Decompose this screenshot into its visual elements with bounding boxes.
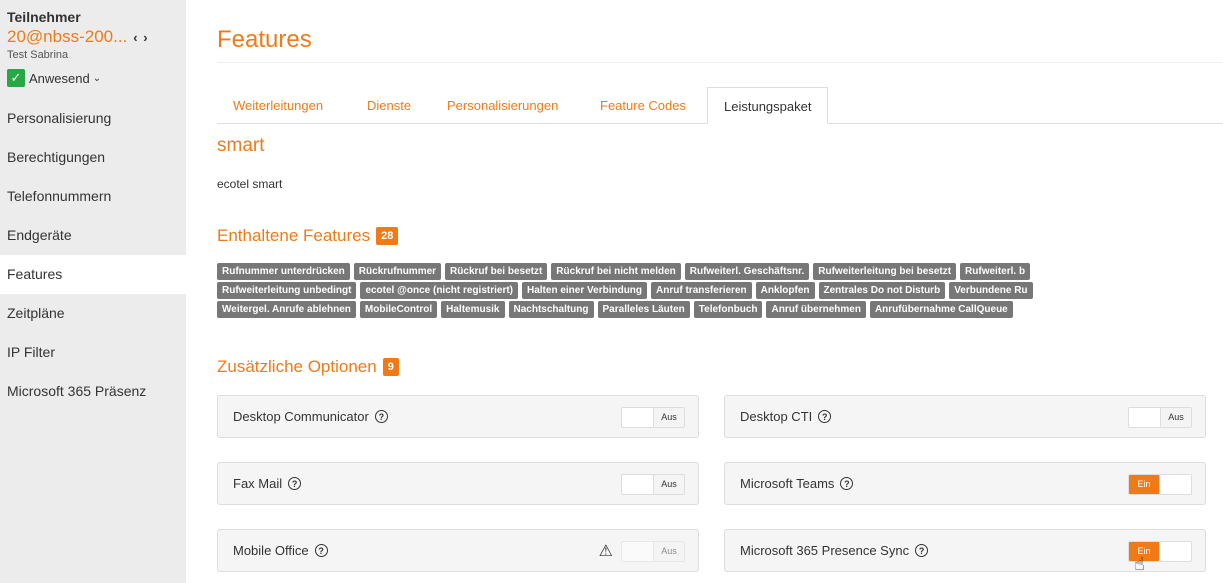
chevron-down-icon: ⌄ xyxy=(92,72,102,84)
feature-badge: Rückrufnummer xyxy=(353,263,442,280)
package-description: ecotel smart xyxy=(217,177,283,191)
feature-badge: Telefonbuch xyxy=(693,301,763,318)
included-features-title: Enthaltene Features 28 xyxy=(217,226,399,246)
toggle-switch[interactable]: Aus xyxy=(621,541,685,562)
option-label: Microsoft Teams xyxy=(740,476,835,491)
sidebar-item-telefonnummern[interactable]: Telefonnummern xyxy=(0,177,186,216)
toggle-switch[interactable]: Aus xyxy=(1128,407,1192,428)
help-icon[interactable]: ? xyxy=(818,410,832,423)
user-row: 20@nbss-200... ‹ › xyxy=(7,27,179,47)
option-label: Fax Mail xyxy=(233,476,283,491)
toggle-switch[interactable]: Aus xyxy=(621,474,685,495)
feature-badge: Weitergel. Anrufe ablehnen xyxy=(217,301,356,318)
feature-badge: Rufweiterleitung bei besetzt xyxy=(813,263,957,280)
options-count-badge: 9 xyxy=(382,358,399,376)
toggle-state: Aus xyxy=(652,408,684,427)
feature-badge: Rufweiterl. b xyxy=(960,263,1031,280)
additional-options-title: Zusätzliche Optionen 9 xyxy=(217,357,399,377)
help-icon[interactable]: ? xyxy=(840,477,854,490)
feature-badge: Rufweiterl. Geschäftsnr. xyxy=(684,263,810,280)
warning-icon: ⚠ xyxy=(598,543,613,560)
feature-badge: Rückruf bei besetzt xyxy=(445,263,548,280)
sidebar-nav: Personalisierung Berechtigungen Telefonn… xyxy=(0,99,186,411)
sidebar-item-endgeraete[interactable]: Endgeräte xyxy=(0,216,186,255)
toggle-state: Aus xyxy=(652,542,684,561)
page-title: Features xyxy=(217,26,312,53)
included-features-label: Enthaltene Features xyxy=(217,226,371,245)
option-label: Desktop CTI xyxy=(740,409,813,424)
user-name[interactable]: 20@nbss-200... xyxy=(7,27,127,47)
sidebar-item-berechtigungen[interactable]: Berechtigungen xyxy=(0,138,186,177)
help-icon[interactable]: ? xyxy=(374,410,388,423)
additional-options-label: Zusätzliche Optionen xyxy=(217,357,377,376)
tab-dienste[interactable]: Dienste xyxy=(367,87,411,124)
feature-badge: Anruf transferieren xyxy=(651,282,752,299)
feature-badge: Nachtschaltung xyxy=(508,301,594,318)
tab-personalisierungen[interactable]: Personalisierungen xyxy=(447,87,558,124)
sidebar-title: Teilnehmer xyxy=(7,9,81,25)
toggle-switch[interactable]: Aus xyxy=(621,407,685,428)
user-subtitle: Test Sabrina xyxy=(7,49,69,61)
option-fax-mail: Fax Mail? Aus xyxy=(217,462,699,505)
feature-badge: MobileControl xyxy=(359,301,438,318)
feature-badge: Rufnummer unterdrücken xyxy=(217,263,350,280)
feature-badge: Rufweiterleitung unbedingt xyxy=(217,282,357,299)
option-desktop-cti: Desktop CTI? Aus xyxy=(724,395,1206,438)
toggle-state: Ein xyxy=(1129,475,1161,494)
toggle-state: Aus xyxy=(1159,408,1191,427)
included-count-badge: 28 xyxy=(376,227,399,245)
feature-row: Rufnummer unterdrücken Rückrufnummer Rückr… xyxy=(217,263,1223,280)
option-microsoft-teams: Microsoft Teams? Ein xyxy=(724,462,1206,505)
feature-badge: Zentrales Do not Disturb xyxy=(818,282,946,299)
sidebar-item-personalisierung[interactable]: Personalisierung xyxy=(0,99,186,138)
main-content: Features Weiterleitungen Dienste Persona… xyxy=(217,0,1223,583)
option-label: Microsoft 365 Presence Sync xyxy=(740,543,910,558)
package-name: smart xyxy=(217,135,265,156)
sidebar-item-features[interactable]: Features xyxy=(0,255,186,294)
sidebar-item-microsoft-365[interactable]: Microsoft 365 Präsenz xyxy=(0,372,186,411)
option-mobile-office: Mobile Office? ⚠ Aus xyxy=(217,529,699,572)
toggle-switch[interactable]: Ein xyxy=(1128,474,1192,495)
feature-badge: Halten einer Verbindung xyxy=(522,282,648,299)
tab-bar: Weiterleitungen Dienste Personalisierung… xyxy=(217,87,1223,124)
included-features-list: Rufnummer unterdrücken Rückrufnummer Rückr… xyxy=(217,263,1223,320)
check-icon: ✓ xyxy=(7,69,25,87)
feature-badge: Paralleles Läuten xyxy=(597,301,690,318)
toggle-state: Aus xyxy=(652,475,684,494)
feature-badge: Haltemusik xyxy=(441,301,505,318)
sidebar-item-ip-filter[interactable]: IP Filter xyxy=(0,333,186,372)
feature-badge: ecotel @once (nicht registriert) xyxy=(360,282,518,299)
status-label: Anwesend xyxy=(29,70,90,86)
help-icon[interactable]: ? xyxy=(915,544,929,557)
feature-badge: Anruf übernehmen xyxy=(766,301,866,318)
sidebar-header: Teilnehmer 20@nbss-200... ‹ › Test Sabri… xyxy=(0,0,186,87)
sidebar: Teilnehmer 20@nbss-200... ‹ › Test Sabri… xyxy=(0,0,186,583)
option-desktop-communicator: Desktop Communicator? Aus xyxy=(217,395,699,438)
help-icon[interactable]: ? xyxy=(314,544,328,557)
feature-row: Rufweiterleitung unbedingt ecotel @once (… xyxy=(217,282,1223,299)
tab-feature-codes[interactable]: Feature Codes xyxy=(600,87,686,124)
hand-cursor-icon: ☝ xyxy=(1134,554,1145,574)
sidebar-item-zeitplaene[interactable]: Zeitpläne xyxy=(0,294,186,333)
title-divider xyxy=(217,62,1223,63)
tab-leistungspaket[interactable]: Leistungspaket xyxy=(707,87,829,124)
option-label: Desktop Communicator xyxy=(233,409,369,424)
feature-badge: Anklopfen xyxy=(755,282,815,299)
status-dropdown[interactable]: ✓ Anwesend ⌄ xyxy=(7,69,179,87)
feature-badge: Anrufübernahme CallQueue xyxy=(869,301,1013,318)
feature-badge: Verbundene Ru xyxy=(949,282,1033,299)
feature-row: Weitergel. Anrufe ablehnen MobileControl H… xyxy=(217,301,1223,318)
tab-weiterleitungen[interactable]: Weiterleitungen xyxy=(233,87,323,124)
option-label: Mobile Office xyxy=(233,543,309,558)
feature-badge: Rückruf bei nicht melden xyxy=(551,263,681,280)
user-nav-arrows-icon[interactable]: ‹ › xyxy=(133,30,148,45)
help-icon[interactable]: ? xyxy=(288,477,302,490)
